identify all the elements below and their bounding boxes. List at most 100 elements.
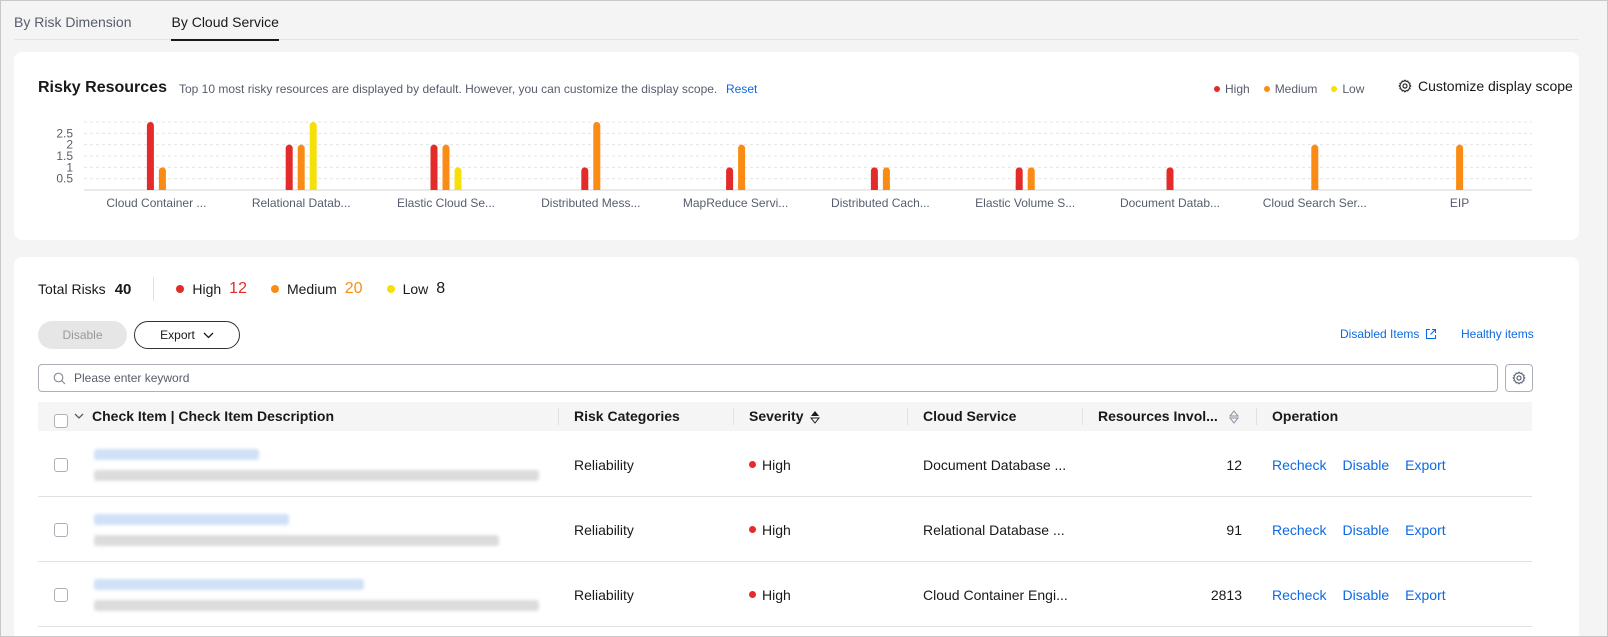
column-operation: Operation	[1272, 408, 1339, 424]
disabled-items-link[interactable]: Disabled Items	[1340, 327, 1437, 341]
disable-link[interactable]: Disable	[1342, 587, 1389, 603]
x-tick-label: MapReduce Servi...	[683, 196, 788, 210]
bar-base-high	[726, 186, 734, 190]
recheck-link[interactable]: Recheck	[1272, 457, 1326, 473]
check-item-description-redacted	[94, 599, 539, 611]
check-item-description-redacted	[94, 469, 539, 481]
severity-cell: High	[749, 497, 791, 562]
bar-base-medium	[297, 186, 305, 190]
table-row: Reliability High Document Database ... 1…	[38, 432, 1532, 497]
x-tick-label: Cloud Search Ser...	[1263, 196, 1367, 210]
summary-divider	[153, 277, 155, 301]
bar-base-medium	[1456, 186, 1464, 190]
gear-icon	[1398, 79, 1412, 93]
disable-link[interactable]: Disable	[1342, 522, 1389, 538]
check-item-description-redacted	[94, 534, 499, 546]
legend-item-medium[interactable]: Medium	[1263, 82, 1317, 96]
customize-display-scope-label: Customize display scope	[1418, 78, 1573, 94]
severity-cell: High	[749, 432, 791, 497]
medium-count: 20	[344, 280, 363, 297]
export-link[interactable]: Export	[1405, 587, 1445, 603]
legend-item-low[interactable]: Low	[1331, 82, 1364, 96]
bar-high	[285, 144, 293, 190]
bar-medium	[593, 122, 601, 190]
checkbox-box	[54, 522, 68, 537]
low-dot	[386, 285, 395, 293]
disabled-items-label: Disabled Items	[1340, 327, 1420, 341]
table-settings-button[interactable]	[1505, 364, 1533, 392]
column-divider	[733, 408, 734, 425]
risky-resources-title: Risky Resources	[38, 79, 167, 96]
severity-dot	[749, 526, 756, 533]
export-dropdown-button[interactable]: Export	[134, 321, 240, 349]
summary-low: Low 8	[386, 280, 445, 298]
select-menu-chevron[interactable]	[74, 402, 84, 431]
column-risk-categories: Risk Categories	[574, 408, 680, 424]
healthy-items-link[interactable]: Healthy items	[1461, 327, 1534, 341]
check-item-name-redacted[interactable]	[94, 448, 259, 460]
severity-label: High	[762, 586, 791, 603]
bar-low	[309, 122, 317, 190]
bar-base-low	[454, 186, 462, 190]
high-dot	[176, 285, 185, 293]
check-item-name-redacted[interactable]	[94, 578, 364, 590]
select-all-checkbox[interactable]	[54, 409, 68, 428]
column-resources-label: Resources Invol...	[1098, 408, 1218, 424]
row-checkbox[interactable]	[54, 562, 68, 627]
tab-by-cloud-service[interactable]: By Cloud Service	[171, 1, 280, 41]
column-resources-involved[interactable]: Resources Invol...	[1098, 402, 1240, 431]
export-link[interactable]: Export	[1405, 522, 1445, 538]
app-frame: By Risk Dimension By Cloud Service Risky…	[0, 0, 1608, 637]
bar-base-low	[309, 186, 317, 190]
column-divider	[907, 408, 908, 425]
bar-medium	[1456, 144, 1464, 190]
customize-display-scope-button[interactable]: Customize display scope	[1398, 78, 1573, 94]
bar-base-high	[870, 186, 878, 190]
column-severity-label: Severity	[749, 408, 804, 424]
severity-label: High	[762, 521, 791, 538]
resources-involved-cell: 91	[1226, 521, 1242, 538]
external-link-icon	[1426, 328, 1437, 340]
row-checkbox[interactable]	[54, 432, 68, 497]
bar-base-high	[581, 186, 589, 190]
high-count: 12	[229, 280, 247, 297]
sort-icon	[1228, 409, 1239, 424]
column-divider	[1256, 408, 1257, 425]
recheck-link[interactable]: Recheck	[1272, 587, 1326, 603]
reset-link[interactable]: Reset	[726, 82, 757, 96]
column-divider	[558, 408, 559, 425]
operation-cell: Recheck Disable Export	[1272, 562, 1462, 627]
bar-base-medium	[158, 186, 166, 190]
bar-base-high	[1166, 186, 1174, 190]
search-box	[38, 364, 1498, 392]
risk-summary: Total Risks 40 High 12 Medium 20 Low 8	[38, 277, 469, 301]
resources-involved-cell: 2813	[1210, 586, 1242, 603]
check-item-cell	[94, 562, 539, 627]
view-tabs: By Risk Dimension By Cloud Service	[14, 1, 1579, 41]
medium-dot	[270, 285, 279, 293]
bar-medium	[738, 144, 746, 190]
cloud-service-cell: Cloud Container Engi...	[923, 586, 1068, 603]
recheck-link[interactable]: Recheck	[1272, 522, 1326, 538]
check-item-name-redacted[interactable]	[94, 513, 289, 525]
legend-label-low: Low	[1342, 82, 1365, 96]
disable-link[interactable]: Disable	[1342, 457, 1389, 473]
column-divider	[1082, 408, 1083, 425]
row-checkbox[interactable]	[54, 497, 68, 562]
x-tick-label: Distributed Cach...	[831, 196, 930, 210]
bar-high	[430, 144, 438, 190]
legend-item-high[interactable]: High	[1214, 82, 1250, 96]
operation-cell: Recheck Disable Export	[1272, 432, 1462, 497]
y-tick-label: 2.5	[56, 126, 73, 140]
export-link[interactable]: Export	[1405, 457, 1445, 473]
table-row: Reliability High Relational Database ...…	[38, 497, 1532, 562]
chart-legend: High Medium Low	[1214, 82, 1378, 96]
disable-button[interactable]: Disable	[38, 321, 127, 349]
tab-by-risk-dimension[interactable]: By Risk Dimension	[14, 1, 131, 40]
check-item-cell	[94, 497, 499, 562]
table-row: Reliability High Cloud Container Engi...…	[38, 562, 1532, 627]
column-severity[interactable]: Severity	[749, 402, 821, 431]
search-input[interactable]	[74, 371, 1497, 385]
severity-dot	[749, 461, 756, 468]
risks-table-card: Total Risks 40 High 12 Medium 20 Low 8 D…	[14, 257, 1579, 636]
